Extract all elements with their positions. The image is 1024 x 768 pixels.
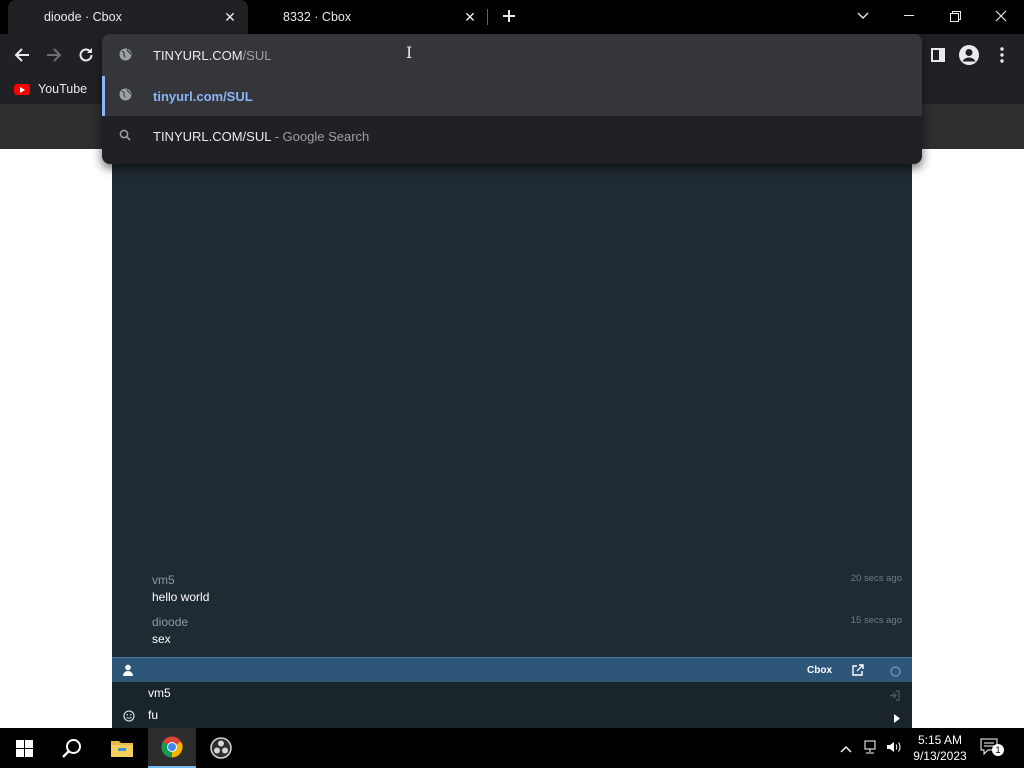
clock-time: 5:15 AM <box>917 733 963 747</box>
notification-count-badge: 1 <box>992 744 1004 756</box>
login-icon[interactable] <box>889 688 900 706</box>
forward-arrow-icon[interactable] <box>41 42 67 68</box>
minimize-icon[interactable] <box>886 0 932 32</box>
network-icon[interactable] <box>862 740 878 759</box>
youtube-logo-icon <box>14 83 30 95</box>
chat-message: vm5 hello world 20 secs ago <box>152 573 902 604</box>
suggestion-url[interactable]: tinyurl.com/SUL <box>102 76 922 116</box>
address-autocomplete-text: /SUL <box>242 48 272 63</box>
suggestion-text: TINYURL.COM/SUL - Google Search <box>153 129 369 144</box>
address-typed-text: TINYURL.COM <box>153 48 243 63</box>
suggestion-search[interactable]: TINYURL.COM/SUL - Google Search <box>102 116 922 156</box>
name-field[interactable]: vm5 <box>148 686 171 700</box>
refresh-circle-icon[interactable] <box>890 664 901 682</box>
windows-start-icon[interactable] <box>0 728 48 768</box>
system-clock[interactable]: 5:15 AM 9/13/2023 <box>905 732 975 764</box>
text-cursor-icon: I <box>406 43 413 62</box>
user-icon[interactable] <box>122 663 134 681</box>
tab-separator <box>487 9 488 25</box>
chat-toolbar: Cbox <box>112 657 912 682</box>
message-user[interactable]: dioode <box>152 615 902 629</box>
search-icon <box>119 128 131 146</box>
reload-icon[interactable] <box>73 42 99 68</box>
tab-close-icon[interactable]: ✕ <box>222 9 238 25</box>
cbox-brand-link[interactable]: Cbox <box>807 665 832 676</box>
screen: dioode · Cbox ✕ 8332 · Cbox ✕ YouTube vm… <box>0 0 1024 768</box>
clock-date: 9/13/2023 <box>913 749 967 763</box>
tab-8332[interactable]: 8332 · Cbox ✕ <box>250 0 488 34</box>
bookmark-label: YouTube <box>38 82 88 96</box>
action-center-icon[interactable]: 1 <box>980 738 1004 758</box>
chat-input-area: vm5 fu <box>112 682 912 728</box>
message-input[interactable]: fu <box>148 708 158 722</box>
volume-icon[interactable] <box>886 740 902 759</box>
restore-icon[interactable] <box>932 0 978 32</box>
tab-dioode[interactable]: dioode · Cbox ✕ <box>8 0 248 34</box>
new-tab-plus-icon[interactable] <box>499 6 519 28</box>
suggestion-query: TINYURL.COM/SUL <box>153 129 271 144</box>
cbox-chat: vm5 hello world 20 secs ago dioode sex 1… <box>112 149 912 728</box>
tab-title: 8332 · Cbox <box>283 10 352 24</box>
profile-avatar-icon[interactable] <box>956 42 982 68</box>
message-time: 15 secs ago <box>850 615 902 626</box>
smiley-icon[interactable] <box>123 709 135 727</box>
message-text: hello world <box>152 590 210 604</box>
bookmark-youtube[interactable]: YouTube <box>14 82 87 96</box>
chrome-taskbar-icon[interactable] <box>148 728 196 768</box>
search-icon[interactable] <box>48 728 96 768</box>
back-arrow-icon[interactable] <box>9 42 35 68</box>
send-arrow-icon[interactable] <box>894 710 900 728</box>
tab-search-chevron-icon[interactable] <box>840 0 886 32</box>
popout-icon[interactable] <box>852 663 864 681</box>
tray-chevron-up-icon[interactable] <box>840 740 852 758</box>
tab-close-icon[interactable]: ✕ <box>462 9 478 25</box>
address-input[interactable]: TINYURL.COM/SUL <box>153 48 271 63</box>
globe-icon <box>119 48 132 66</box>
tab-strip: dioode · Cbox ✕ 8332 · Cbox ✕ <box>0 0 1024 34</box>
file-explorer-icon[interactable] <box>98 728 146 768</box>
message-time: 20 secs ago <box>850 573 902 584</box>
suggestion-text: tinyurl.com/SUL <box>153 89 253 104</box>
omnibox-dropdown: TINYURL.COM/SUL I tinyurl.com/SUL TINYUR… <box>102 34 922 164</box>
obs-icon[interactable] <box>197 728 245 768</box>
side-panel-icon[interactable] <box>925 42 951 68</box>
kebab-menu-icon[interactable] <box>989 42 1015 68</box>
windows-taskbar: 5:15 AM 9/13/2023 1 <box>0 728 1024 768</box>
message-user[interactable]: vm5 <box>152 573 902 587</box>
address-bar[interactable]: TINYURL.COM/SUL I <box>102 34 922 76</box>
chat-message: dioode sex 15 secs ago <box>152 615 902 646</box>
suggestion-meta: - Google Search <box>270 129 370 144</box>
globe-icon <box>119 88 132 106</box>
window-close-icon[interactable] <box>978 0 1024 32</box>
tab-title: dioode · Cbox <box>44 10 122 24</box>
message-text: sex <box>152 632 171 646</box>
